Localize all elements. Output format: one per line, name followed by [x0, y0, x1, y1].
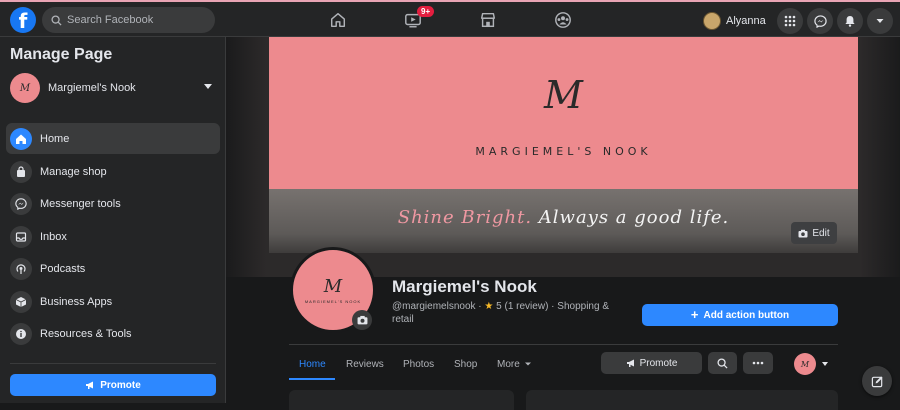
compose-icon: [871, 375, 883, 387]
search-page-button[interactable]: [708, 352, 737, 374]
page-title: Margiemel's Nook: [392, 277, 537, 296]
sidebar-item-manage-shop[interactable]: Manage shop: [6, 156, 220, 187]
sidebar-title: Manage Page: [10, 46, 113, 63]
ellipsis-icon: [752, 361, 764, 365]
page-main: M MARGIEMEL'S NOOK Shine Bright. Always …: [226, 37, 900, 410]
acting-as-avatar[interactable]: M: [794, 353, 816, 375]
tab-more-label: More: [497, 358, 520, 370]
more-options-button[interactable]: [743, 352, 773, 374]
sidebar-item-label: Business Apps: [40, 295, 113, 308]
sidebar-item-resources-tools[interactable]: Resources & Tools: [6, 318, 220, 349]
camera-icon: [798, 229, 808, 237]
tab-shop[interactable]: Shop: [454, 353, 477, 375]
profile-brand-name: MARGIEMEL'S NOOK: [304, 299, 362, 304]
sidebar-item-label: Manage shop: [40, 165, 107, 178]
page-avatar-mark: M: [19, 82, 31, 94]
marketplace-icon[interactable]: [477, 9, 499, 31]
megaphone-icon: [626, 359, 634, 367]
page-switcher-name: Margiemel's Nook: [48, 82, 136, 94]
top-navigation-bar: f 9+ Alyanna: [0, 0, 900, 37]
podcast-icon: [10, 257, 32, 280]
chevron-down-icon[interactable]: [204, 84, 212, 89]
cover-tagline-white: Always a good life.: [538, 207, 730, 228]
edit-cover-button[interactable]: Edit: [791, 222, 837, 244]
cover-brand-name: MARGIEMEL'S NOOK: [475, 145, 652, 158]
update-profile-picture-button[interactable]: [352, 310, 372, 330]
promote-label: Promote: [639, 357, 678, 369]
chevron-down-icon: [524, 362, 531, 366]
sidebar-item-label: Inbox: [40, 230, 67, 243]
sidebar-item-inbox[interactable]: Inbox: [6, 221, 220, 252]
profile-logo-mark: M: [323, 276, 343, 297]
new-message-button[interactable]: [862, 366, 892, 396]
tabs-divider: [289, 344, 838, 345]
search-input[interactable]: [67, 14, 207, 26]
sidebar-item-label: Messenger tools: [40, 197, 121, 210]
sidebar-promote-button[interactable]: Promote: [10, 374, 216, 396]
cover-tagline-band: Shine Bright. Always a good life.: [269, 189, 858, 253]
home-icon[interactable]: [327, 9, 349, 31]
sidebar-item-business-apps[interactable]: Business Apps: [6, 286, 220, 317]
cover-logo-mark: M: [544, 73, 583, 117]
groups-icon[interactable]: [552, 9, 574, 31]
megaphone-icon: [86, 381, 94, 389]
cube-icon: [10, 290, 32, 313]
cover-tagline: Shine Bright. Always a good life.: [269, 207, 858, 228]
account-caret-icon[interactable]: [867, 8, 893, 34]
sidebar-item-label: Resources & Tools: [40, 327, 132, 340]
cover-tagline-pink: Shine Bright.: [397, 207, 533, 228]
home-icon: [10, 127, 32, 150]
plus-icon: +: [690, 307, 699, 322]
manage-page-sidebar: Manage Page M Margiemel's Nook Home Mana…: [0, 37, 226, 403]
sidebar-promote-label: Promote: [100, 379, 141, 391]
edit-cover-label: Edit: [812, 227, 830, 239]
left-column-card: [289, 390, 514, 410]
tab-more[interactable]: More: [497, 353, 532, 375]
page-handle: @margiemelsnook ·: [392, 301, 485, 312]
page-meta: @margiemelsnook · ★ 5 (1 review) · Shopp…: [392, 300, 632, 326]
page-switcher[interactable]: M Margiemel's Nook: [10, 73, 216, 103]
search-box[interactable]: [42, 7, 215, 33]
right-column-card: [526, 390, 838, 410]
sidebar-divider: [10, 363, 216, 364]
add-action-button[interactable]: + Add action button: [642, 304, 838, 326]
search-icon: [717, 357, 728, 369]
avatar: [703, 12, 721, 30]
sidebar-item-podcasts[interactable]: Podcasts: [6, 253, 220, 284]
tab-reviews[interactable]: Reviews: [346, 353, 384, 375]
acting-as-avatar-mark: M: [800, 359, 810, 369]
shop-bag-icon: [10, 160, 32, 183]
menu-grid-icon[interactable]: [777, 8, 803, 34]
page-avatar: M: [10, 73, 40, 103]
facebook-logo[interactable]: f: [10, 7, 36, 33]
watch-notification-badge: 9+: [417, 6, 435, 17]
sidebar-item-label: Home: [40, 132, 70, 145]
chevron-down-icon[interactable]: [822, 362, 828, 366]
tab-photos[interactable]: Photos: [403, 353, 434, 375]
profile-shortcut[interactable]: Alyanna: [703, 9, 766, 33]
star-icon: ★: [484, 301, 494, 312]
search-icon: [51, 14, 62, 26]
inbox-icon: [10, 225, 32, 248]
sidebar-item-messenger-tools[interactable]: Messenger tools: [6, 188, 220, 219]
notifications-icon[interactable]: [837, 8, 863, 34]
camera-icon: [357, 315, 367, 325]
active-tab-indicator: [289, 378, 335, 380]
add-action-label: Add action button: [703, 309, 790, 321]
user-name: Alyanna: [726, 15, 766, 27]
messenger-icon[interactable]: [807, 8, 833, 34]
info-icon: [10, 322, 32, 345]
messenger-icon: [10, 192, 32, 215]
promote-button[interactable]: Promote: [601, 352, 702, 374]
sidebar-item-home[interactable]: Home: [6, 123, 220, 154]
tab-home[interactable]: Home: [299, 353, 326, 375]
sidebar-item-label: Podcasts: [40, 262, 86, 275]
cover-photo[interactable]: M MARGIEMEL'S NOOK Shine Bright. Always …: [269, 37, 858, 253]
